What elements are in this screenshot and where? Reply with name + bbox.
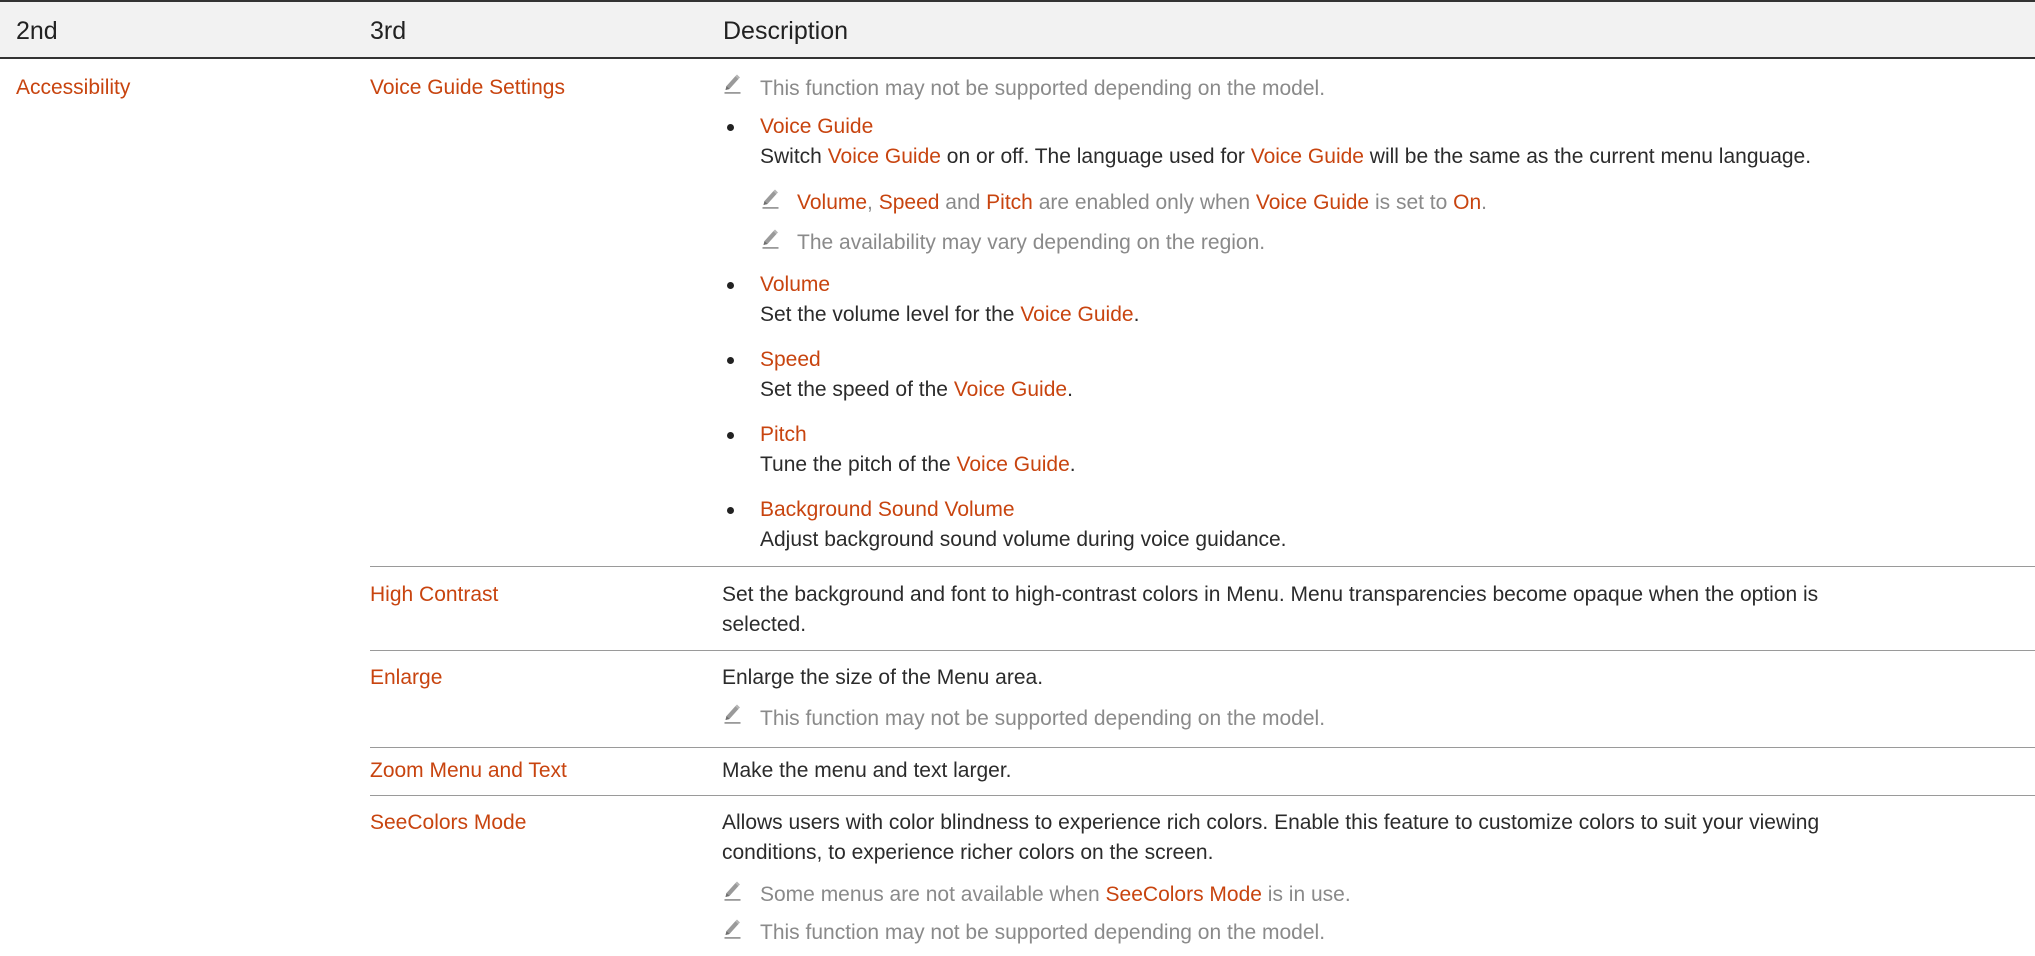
note-pencil-icon bbox=[722, 880, 743, 902]
seecolors-note-model: This function may not be supported depen… bbox=[760, 921, 1326, 944]
header-col-2nd: 2nd bbox=[16, 17, 58, 45]
seecolors-desc-line1: Allows users with color blindness to exp… bbox=[722, 811, 1820, 834]
table-header-rule bbox=[0, 57, 2035, 59]
seecolors-note-menus: Some menus are not available when SeeCol… bbox=[760, 883, 1351, 906]
item-enlarge: Enlarge bbox=[370, 666, 443, 689]
voice-guide-note-region: The availability may vary depending on t… bbox=[797, 231, 1266, 254]
enlarge-desc: Enlarge the size of the Menu area. bbox=[722, 666, 1044, 689]
category-accessibility: Accessibility bbox=[16, 76, 131, 99]
note-pencil-icon bbox=[722, 703, 743, 725]
note-pencil-icon bbox=[722, 918, 743, 940]
zoom-desc: Make the menu and text larger. bbox=[722, 759, 1012, 782]
table-header bbox=[0, 2, 2035, 57]
note-pencil-icon bbox=[722, 73, 743, 95]
subitem-volume-title: Volume bbox=[760, 273, 831, 296]
subitem-background-sound-title: Background Sound Volume bbox=[760, 498, 1015, 521]
subitem-pitch-desc: Tune the pitch of the Voice Guide. bbox=[760, 453, 1076, 476]
row-divider bbox=[370, 650, 2035, 651]
high-contrast-desc-line2: selected. bbox=[722, 613, 807, 636]
header-col-3rd: 3rd bbox=[370, 17, 407, 45]
bullet-icon bbox=[727, 507, 734, 514]
note-text: This function may not be supported depen… bbox=[760, 77, 1326, 100]
bullet-icon bbox=[727, 124, 734, 131]
seecolors-desc-line2: conditions, to experience richer colors … bbox=[722, 841, 1214, 864]
row-divider bbox=[370, 795, 2035, 796]
subitem-background-sound-desc: Adjust background sound volume during vo… bbox=[760, 528, 1287, 551]
high-contrast-desc-line1: Set the background and font to high-cont… bbox=[722, 583, 1819, 606]
item-high-contrast: High Contrast bbox=[370, 583, 499, 606]
note-pencil-icon bbox=[760, 228, 781, 250]
subitem-speed-title: Speed bbox=[760, 348, 821, 371]
header-col-description: Description bbox=[723, 17, 849, 45]
subitem-pitch-title: Pitch bbox=[760, 423, 807, 446]
voice-guide-note-enabled: Volume, Speed and Pitch are enabled only… bbox=[797, 191, 1487, 214]
subitem-speed-desc: Set the speed of the Voice Guide. bbox=[760, 378, 1073, 401]
enlarge-note: This function may not be supported depen… bbox=[760, 707, 1326, 730]
bullet-icon bbox=[727, 282, 734, 289]
subitem-volume-desc: Set the volume level for the Voice Guide… bbox=[760, 303, 1140, 326]
bullet-icon bbox=[727, 357, 734, 364]
row-divider bbox=[370, 566, 2035, 567]
item-voice-guide-settings: Voice Guide Settings bbox=[370, 76, 565, 99]
item-zoom-menu-and-text: Zoom Menu and Text bbox=[370, 759, 567, 782]
item-seecolors-mode: SeeColors Mode bbox=[370, 811, 527, 834]
bullet-icon bbox=[727, 432, 734, 439]
subitem-voice-guide-title: Voice Guide bbox=[760, 115, 874, 138]
subitem-voice-guide-desc: Switch Voice Guide on or off. The langua… bbox=[760, 145, 1812, 168]
note-pencil-icon bbox=[760, 188, 781, 210]
row-divider bbox=[370, 747, 2035, 748]
